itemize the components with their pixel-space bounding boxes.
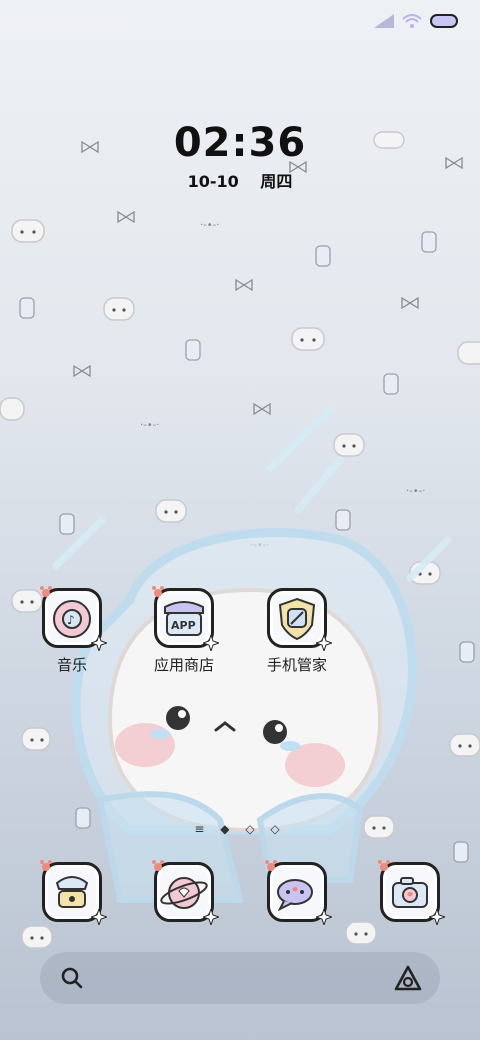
clock-time: 02:36: [173, 120, 307, 166]
svg-text:♪: ♪: [67, 613, 75, 627]
weekday-text: 周四: [260, 172, 293, 191]
app-phone-manager[interactable]: 手机管家: [247, 588, 347, 675]
svg-text:·-•-·: ·-•-·: [140, 420, 159, 431]
app-label-music: 音乐: [56, 656, 87, 674]
date-text: 10-10: [187, 172, 239, 191]
svg-text:·-•-·: ·-•-·: [200, 220, 219, 231]
browser-icon: [152, 860, 219, 925]
app-music[interactable]: ♪ 音乐: [22, 586, 122, 675]
dock-camera[interactable]: [360, 860, 460, 925]
app-store-icon: APP: [152, 586, 219, 651]
svg-text:·-•-·: ·-•-·: [406, 486, 425, 497]
signal-icon: [374, 14, 394, 28]
messages-icon: [265, 860, 332, 925]
status-bar: [374, 10, 458, 32]
clock-date: 10-10 周四: [0, 168, 480, 192]
dock-browser[interactable]: [134, 860, 234, 925]
assistant-icon[interactable]: [394, 965, 422, 991]
clock-widget[interactable]: 02:36 10-10 周四: [0, 120, 480, 192]
phone-manager-icon: [267, 588, 332, 651]
svg-text:APP: APP: [171, 619, 196, 632]
app-label-phone-manager: 手机管家: [266, 656, 327, 674]
search-icon[interactable]: [60, 966, 84, 990]
search-bar[interactable]: [40, 952, 440, 1004]
dock-messages[interactable]: [247, 860, 347, 925]
music-icon: ♪: [40, 586, 107, 651]
app-store[interactable]: APP 应用商店: [134, 586, 234, 675]
battery-icon: [430, 14, 458, 28]
app-label-store: 应用商店: [153, 656, 214, 674]
page-indicator[interactable]: ≡ ◆ ◇ ◇: [0, 822, 480, 836]
wifi-icon: [402, 14, 422, 28]
phone-icon: [40, 860, 107, 925]
camera-icon: [378, 860, 445, 925]
dock-phone[interactable]: [22, 860, 122, 925]
